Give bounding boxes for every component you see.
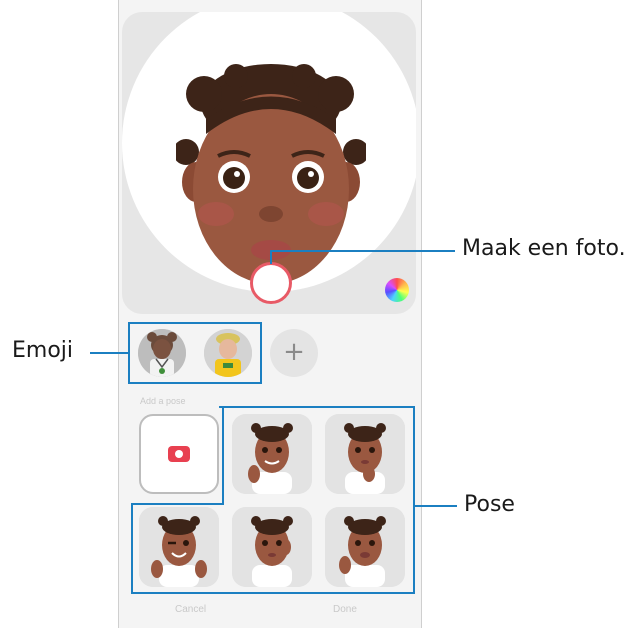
pose-callout-line — [415, 505, 457, 507]
pose-highlight-inner-edge-vertical — [222, 406, 224, 505]
emoji-callout-line — [90, 352, 128, 354]
pose-section-label: Add a pose — [140, 396, 186, 406]
add-emoji-button[interactable]: + — [270, 329, 318, 377]
pose-callout-label: Pose — [464, 492, 515, 517]
camera-icon — [168, 446, 190, 462]
capture-callout-line — [270, 250, 455, 252]
color-wheel-icon[interactable] — [385, 278, 409, 302]
capture-callout-line-vertical — [270, 250, 272, 264]
emoji-callout-label: Emoji — [12, 338, 74, 363]
custom-pose-camera-button[interactable] — [139, 414, 219, 494]
done-button[interactable]: Done — [333, 604, 357, 615]
pose-highlight-inner-edge — [131, 503, 222, 505]
capture-callout-label: Maak een foto. — [462, 236, 626, 261]
emoji-highlight-box — [128, 322, 262, 384]
cancel-button[interactable]: Cancel — [175, 604, 206, 615]
capture-button[interactable] — [250, 262, 292, 304]
